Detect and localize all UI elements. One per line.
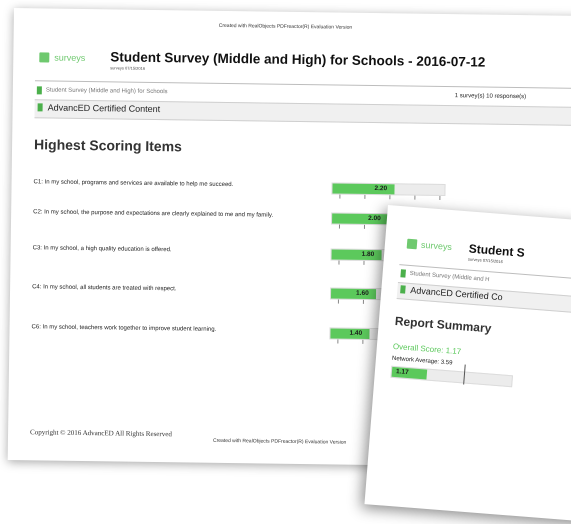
- scale-tick: [362, 299, 364, 304]
- surveys-logo-text: surveys: [420, 239, 453, 253]
- network-average: Network Average: 3.59: [391, 355, 453, 367]
- scoring-item-row: C3: In my school, a high quality educati…: [14, 8, 571, 266]
- breadcrumb: Student Survey (Middle and High) for Sch…: [45, 87, 168, 96]
- scale-tick: [337, 299, 339, 304]
- watermark-top: Created with RealObjects PDFreactor(R) E…: [218, 22, 353, 31]
- surveys-logo-text: surveys: [54, 52, 86, 64]
- scoring-item-text: C6: In my school, teachers work together…: [31, 324, 217, 333]
- certified-flag-icon: [37, 103, 43, 112]
- surveys-logo-icon: [39, 52, 50, 63]
- breadcrumb: Student Survey (Middle and H: [409, 270, 490, 284]
- scoring-item-row: C6: In my school, teachers work together…: [14, 8, 571, 345]
- surveys-logo-icon: [406, 238, 418, 250]
- response-count: 1 survey(s) 10 response(s): [454, 93, 527, 101]
- scale-tick: [337, 339, 339, 344]
- score-value: 1.60: [356, 289, 369, 297]
- summary-bar-score: 1.17: [395, 368, 409, 377]
- flag-icon: [36, 86, 42, 95]
- certified-label: AdvancED Certified Content: [47, 102, 161, 115]
- score-bar-track: 2.20: [331, 182, 446, 197]
- summary-heading: Report Summary: [394, 313, 492, 336]
- scale-tick: [364, 194, 366, 199]
- certified-flag-icon: [400, 285, 406, 294]
- score-value: 1.40: [349, 329, 363, 337]
- scoring-item-text: C1: In my school, programs and services …: [33, 179, 234, 189]
- scoring-item-text: C4: In my school, all students are treat…: [32, 284, 177, 293]
- page-title: Student Survey (Middle and High) for Sch…: [110, 49, 486, 70]
- scale-tick: [389, 195, 391, 200]
- score-bar-fill: [330, 288, 377, 300]
- scale-tick: [338, 260, 340, 265]
- summary-score-bar: 1.17: [390, 365, 514, 388]
- watermark-bottom: Created with RealObjects PDFreactor(R) E…: [212, 437, 347, 446]
- report-page-summary: surveys Student S surveys 07/15/2016 Stu…: [364, 205, 571, 524]
- scale-tick: [363, 260, 365, 265]
- score-value: 1.80: [361, 250, 375, 259]
- scale-tick: [414, 195, 416, 200]
- copyright-footer: Copyright © 2016 AdvancED All Rights Res…: [30, 428, 172, 439]
- scoring-item-row: C1: In my school, programs and services …: [14, 8, 571, 200]
- scale-tick: [338, 224, 341, 229]
- scale-tick: [363, 224, 366, 229]
- scoring-items-list: C1: In my school, programs and services …: [14, 8, 571, 345]
- scoring-item-row: C4: In my school, all students are treat…: [14, 8, 571, 305]
- score-value: 2.20: [374, 185, 388, 193]
- scale-tick: [439, 195, 441, 200]
- scoring-item-text: C2: In my school, the purpose and expect…: [33, 209, 274, 219]
- page-subdate: surveys 07/15/2016: [110, 65, 146, 71]
- scale-tick: [362, 339, 364, 344]
- score-value: 2.00: [368, 214, 381, 223]
- flag-icon: [400, 269, 406, 278]
- scale-tick: [339, 194, 341, 199]
- section-heading: Highest Scoring Items: [33, 136, 183, 155]
- scoring-item-row: C2: In my school, the purpose and expect…: [14, 8, 571, 230]
- scoring-item-text: C3: In my school, a high quality educati…: [32, 245, 172, 254]
- overall-score: Overall Score: 1.17: [392, 341, 462, 357]
